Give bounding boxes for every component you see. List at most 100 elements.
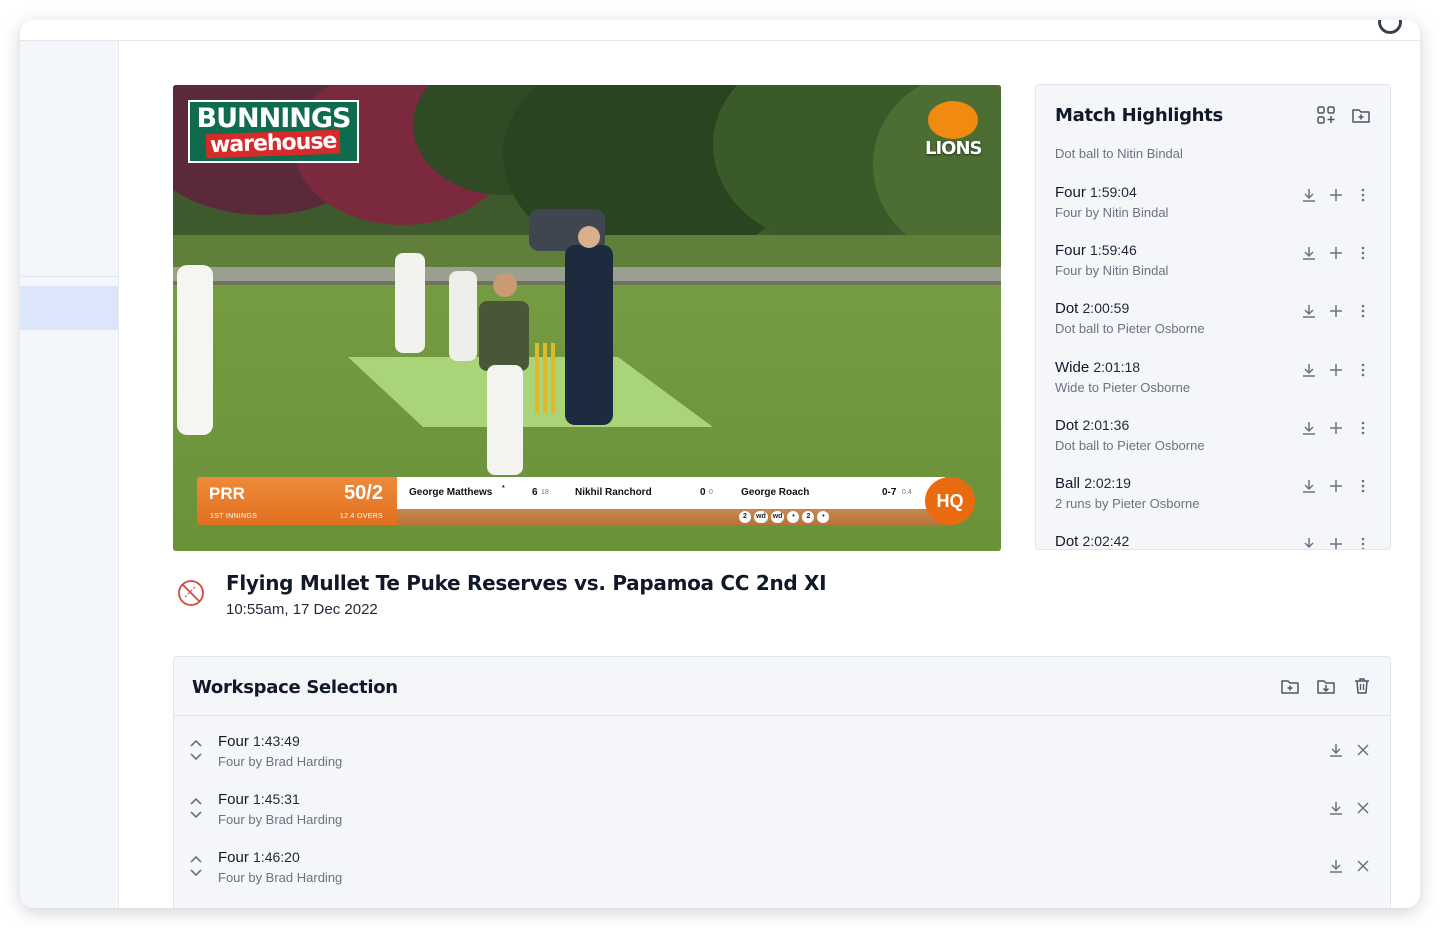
more-vertical-icon[interactable]: [1354, 244, 1372, 262]
workspace-item-time: 1:46:20: [253, 849, 300, 865]
workspace-item-desc: Four by Brad Harding: [218, 812, 343, 827]
reorder-icon[interactable]: [188, 853, 204, 879]
close-icon[interactable]: [1354, 799, 1372, 817]
download-icon[interactable]: [1327, 857, 1345, 875]
highlight-type: Four: [1055, 242, 1086, 259]
download-icon[interactable]: [1300, 361, 1318, 379]
folder-add-icon[interactable]: [1280, 676, 1300, 696]
more-vertical-icon[interactable]: [1354, 186, 1372, 204]
plus-icon[interactable]: [1327, 419, 1345, 437]
workspace-title: Workspace Selection: [192, 677, 398, 698]
team-total: 50/2: [344, 482, 383, 504]
highlight-item[interactable]: Ball 2:02:19 2 runs by Pieter Osborne: [1036, 475, 1390, 533]
more-vertical-icon[interactable]: [1354, 477, 1372, 495]
batter1-name: George Matthews: [409, 487, 493, 498]
highlight-desc: Wide to Pieter Osborne: [1055, 380, 1191, 395]
more-vertical-icon[interactable]: [1354, 302, 1372, 320]
folder-add-icon[interactable]: [1351, 105, 1371, 125]
highlight-time: 2:02:19: [1084, 475, 1131, 491]
sidebar-item-active[interactable]: [20, 286, 118, 330]
download-icon[interactable]: [1327, 799, 1345, 817]
plus-icon[interactable]: [1327, 361, 1345, 379]
club-logo-text: LIONS: [925, 138, 983, 159]
reorder-icon[interactable]: [188, 795, 204, 821]
workspace-item[interactable]: Four 1:43:49 Four by Brad Harding: [174, 733, 1390, 791]
highlight-desc: Dot ball to Pieter Osborne: [1055, 438, 1205, 453]
cricket-ball-slash-icon: [178, 580, 204, 606]
plus-icon[interactable]: [1327, 244, 1345, 262]
workspace-header: Workspace Selection: [174, 657, 1390, 716]
close-icon[interactable]: [1354, 741, 1372, 759]
workspace-item-time: 1:45:31: [253, 791, 300, 807]
app-window: BUNNINGS warehouse LIONS PRR 50/2 1ST IN…: [20, 20, 1420, 908]
plus-icon[interactable]: [1327, 535, 1345, 550]
workspace-item-desc: Four by Brad Harding: [218, 870, 343, 885]
highlight-time: 1:59:04: [1090, 184, 1137, 200]
plus-icon[interactable]: [1327, 477, 1345, 495]
highlight-desc: Dot ball to Pieter Osborne: [1055, 321, 1205, 336]
workspace-selection-panel: Workspace Selection Four 1:43:49 Four by…: [173, 656, 1391, 908]
workspace-item[interactable]: Four 1:45:31 Four by Brad Harding: [174, 791, 1390, 849]
highlight-type: Dot: [1055, 300, 1079, 317]
plus-icon[interactable]: [1327, 186, 1345, 204]
download-icon[interactable]: [1327, 741, 1345, 759]
match-date: 10:55am, 17 Dec 2022: [226, 601, 378, 618]
team-score: PRR 50/2 1ST INNINGS 12.4 OVERS: [197, 477, 397, 525]
innings-label: 1ST INNINGS: [210, 513, 258, 520]
over-ball: 2: [802, 511, 815, 523]
highlight-type: Dot: [1055, 417, 1079, 434]
plus-icon[interactable]: [1327, 302, 1345, 320]
download-icon[interactable]: [1300, 419, 1318, 437]
workspace-item-type: Four: [218, 791, 249, 808]
highlight-desc: Four by Nitin Bindal: [1055, 205, 1169, 220]
download-icon[interactable]: [1300, 477, 1318, 495]
video-player[interactable]: BUNNINGS warehouse LIONS PRR 50/2 1ST IN…: [173, 85, 1001, 551]
highlight-type: Wide: [1055, 359, 1090, 376]
workspace-item-time: 1:43:49: [253, 733, 300, 749]
close-icon[interactable]: [1354, 857, 1372, 875]
sponsor-logo-bottom: warehouse: [205, 129, 342, 159]
batter1-runs: 6: [532, 487, 538, 498]
top-bar: [20, 20, 1420, 41]
players-strip: George Matthews * 6 18 Nikhil Ranchord 0…: [397, 477, 945, 509]
highlight-time: 2:02:42: [1082, 533, 1130, 549]
download-icon[interactable]: [1300, 244, 1318, 262]
team-code: PRR: [209, 484, 245, 503]
highlight-item[interactable]: Four 1:59:46 Four by Nitin Bindal: [1036, 242, 1390, 300]
download-icon[interactable]: [1300, 186, 1318, 204]
overs-label: 12.4 OVERS: [339, 513, 383, 520]
club-logo: LIONS: [925, 101, 983, 159]
lion-icon: [928, 101, 978, 139]
workspace-item-desc: Four by Brad Harding: [218, 754, 343, 769]
highlight-item[interactable]: Wide 2:01:18 Wide to Pieter Osborne: [1036, 359, 1390, 417]
highlight-type: Four: [1055, 184, 1086, 201]
workspace-item[interactable]: Four 1:46:20 Four by Brad Harding: [174, 849, 1390, 907]
bowler-overs: 0.4: [902, 489, 912, 496]
more-vertical-icon[interactable]: [1354, 535, 1372, 550]
reorder-icon[interactable]: [188, 737, 204, 763]
highlight-item[interactable]: Dot 2:00:59 Dot ball to Pieter Osborne: [1036, 300, 1390, 358]
highlight-type: Ball: [1055, 475, 1081, 492]
over-ball: wd: [770, 511, 785, 523]
over-ball: 2: [739, 511, 751, 523]
highlight-type: Dot: [1055, 533, 1079, 550]
sidebar: [20, 41, 119, 908]
highlight-item[interactable]: Four 1:59:04 Four by Nitin Bindal: [1036, 184, 1390, 242]
batter1-star: *: [502, 485, 505, 492]
highlight-time: 2:01:18: [1093, 359, 1141, 375]
folder-download-icon[interactable]: [1316, 676, 1336, 696]
download-icon[interactable]: [1300, 535, 1318, 550]
user-menu-icon[interactable]: [1378, 20, 1402, 34]
trash-icon[interactable]: [1352, 676, 1372, 696]
more-vertical-icon[interactable]: [1354, 419, 1372, 437]
batter2-balls: 0: [709, 489, 713, 496]
download-icon[interactable]: [1300, 302, 1318, 320]
highlight-item[interactable]: Dot 2:01:36 Dot ball to Pieter Osborne: [1036, 417, 1390, 475]
sidebar-divider: [20, 276, 118, 277]
highlight-item[interactable]: Dot 2:02:42: [1036, 533, 1390, 550]
batter2-runs: 0: [700, 487, 706, 498]
bowler-figures: 0-7: [882, 487, 897, 498]
grid-add-icon[interactable]: [1316, 105, 1336, 125]
highlight-desc: Dot ball to Nitin Bindal: [1055, 146, 1183, 161]
more-vertical-icon[interactable]: [1354, 361, 1372, 379]
